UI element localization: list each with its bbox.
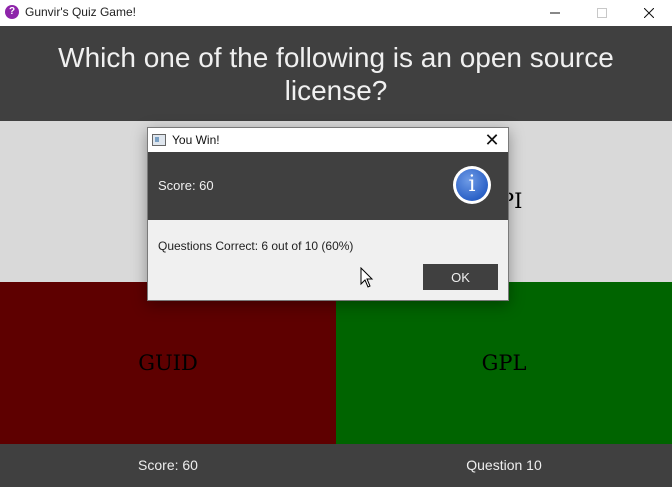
maximize-icon xyxy=(597,8,607,18)
dialog-header: Score: 60 i xyxy=(148,152,508,220)
status-footer: Score: 60 Question 10 xyxy=(0,444,672,487)
answer-option-guid[interactable]: GUID xyxy=(0,282,336,444)
dialog-message: Questions Correct: 6 out of 10 (60%) xyxy=(158,239,354,253)
app-question-icon: ? xyxy=(5,5,19,19)
dialog-close-button[interactable]: ✕ xyxy=(480,130,504,150)
maximize-button[interactable] xyxy=(579,0,625,26)
dialog-title: You Win! xyxy=(172,133,220,147)
you-win-dialog: You Win! ✕ Score: 60 i Questions Correct… xyxy=(147,127,509,301)
window-title: Gunvir's Quiz Game! xyxy=(25,5,136,19)
dialog-window-icon xyxy=(152,134,166,146)
answer-option-gpl-label: GPL xyxy=(481,351,527,375)
question-text: Which one of the following is an open so… xyxy=(58,41,614,106)
dialog-titlebar: You Win! ✕ xyxy=(148,128,508,152)
close-window-button[interactable] xyxy=(626,0,672,26)
close-icon xyxy=(644,8,654,18)
footer-score: Score: 60 xyxy=(138,457,198,473)
info-icon-glyph: i xyxy=(456,169,488,201)
ok-button[interactable]: OK xyxy=(423,264,498,290)
answer-option-guid-label: GUID xyxy=(138,351,198,375)
window-titlebar: ? Gunvir's Quiz Game! xyxy=(0,0,672,27)
minimize-button[interactable] xyxy=(532,0,578,26)
dialog-score: Score: 60 xyxy=(158,178,214,193)
mouse-cursor-icon xyxy=(360,267,374,288)
info-icon: i xyxy=(453,166,491,204)
footer-question-number: Question 10 xyxy=(466,457,542,473)
question-panel: Which one of the following is an open so… xyxy=(0,26,672,121)
answer-option-gpl[interactable]: GPL xyxy=(336,282,672,444)
minimize-icon xyxy=(550,12,560,14)
ok-button-label: OK xyxy=(451,269,470,285)
